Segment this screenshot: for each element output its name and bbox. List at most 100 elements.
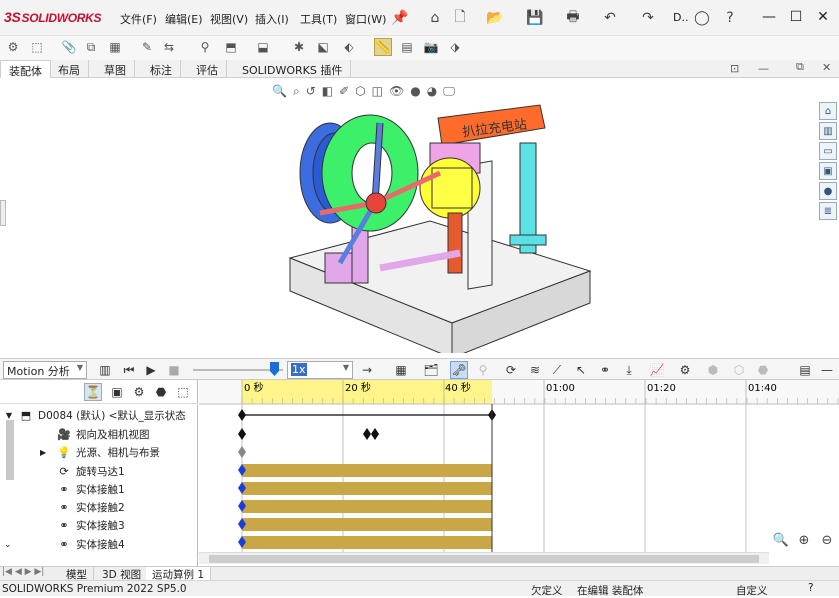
menu-window[interactable]: 窗口(W) <box>345 11 386 27</box>
tab-3d-view[interactable]: 3D 视图 <box>96 567 149 581</box>
filter-driving-icon[interactable]: ▣ <box>108 383 126 401</box>
previous-view-icon[interactable]: ↺ <box>306 84 316 98</box>
panel-expand-handle[interactable] <box>0 200 6 226</box>
autokey-icon[interactable]: 🗝 <box>450 361 468 379</box>
playback-speed-select[interactable]: 1x ▼ <box>287 361 353 379</box>
save-icon[interactable]: 💾 <box>525 8 545 28</box>
grid-icon[interactable]: ▦ <box>106 38 124 56</box>
expand-icon[interactable]: ▶ <box>40 448 56 457</box>
bom-icon[interactable]: ▤ <box>398 38 416 56</box>
filter-results-icon[interactable]: ⬣ <box>152 383 170 401</box>
assembly-model[interactable]: 扒拉充电站 <box>280 103 610 353</box>
user-icon[interactable]: ◯ <box>692 8 712 28</box>
zoom-area-icon[interactable]: ⌕ <box>293 84 300 99</box>
section-view-icon[interactable]: ◧ <box>322 84 333 98</box>
tab-evaluate[interactable]: 评估 <box>188 60 227 78</box>
filter-animated-icon[interactable]: ⏳ <box>84 383 102 401</box>
damper-icon[interactable]: ⟋ <box>548 361 566 379</box>
motion-properties-icon[interactable]: ⚙ <box>676 361 694 379</box>
timeline[interactable]: 0 秒 20 秒 40 秒 01:00 01:20 01:40 <box>199 380 839 566</box>
insert-component-icon[interactable]: ⬚ <box>28 38 46 56</box>
appearances-icon[interactable]: ● <box>819 182 837 200</box>
tab-layout[interactable]: 布局 <box>50 60 89 78</box>
edit-component-icon[interactable]: ✎ <box>138 38 156 56</box>
tab-addins[interactable]: SOLIDWORKS 插件 <box>234 60 352 78</box>
menu-view[interactable]: 视图(V) <box>210 11 248 27</box>
maximize-button[interactable]: ☐ <box>785 6 807 28</box>
study-type-select[interactable]: Motion 分析 ▼ <box>3 361 87 379</box>
menu-edit[interactable]: 编辑(E) <box>165 11 203 27</box>
force-icon[interactable]: ↖ <box>572 361 590 379</box>
mate-icon[interactable]: ⚲ <box>196 38 214 56</box>
tab-nav-icons[interactable]: |◀ ◀ ▶ ▶| <box>2 567 44 577</box>
doc-minimize-icon[interactable]: — <box>758 62 769 75</box>
play-icon[interactable]: ▶ <box>142 361 160 379</box>
reference-icon[interactable]: ⬕ <box>314 38 332 56</box>
tab-assembly[interactable]: 装配体 <box>0 60 51 78</box>
hide-show-icon[interactable]: 👁 <box>389 84 404 98</box>
resources-home-icon[interactable]: ⌂ <box>819 102 837 120</box>
timeline-scrollbar-thumb[interactable] <box>209 555 759 563</box>
tree-item-contact1[interactable]: ⚭ 实体接触1 <box>0 480 198 498</box>
gravity-icon[interactable]: ⤓ <box>620 361 638 379</box>
add-key-icon[interactable]: ⚲ <box>474 361 492 379</box>
dynamic-annotation-icon[interactable]: ✐ <box>339 84 349 98</box>
redo-icon[interactable]: ↷ <box>638 8 658 28</box>
design-library-icon[interactable]: ▥ <box>819 122 837 140</box>
timeline-scrollbar[interactable] <box>199 552 769 564</box>
simulation-icon[interactable]: ⬢ <box>704 361 722 379</box>
graphics-area[interactable]: 🔍 ⌕ ↺ ◧ ✐ ⬡ ◫ 👁 ● ◕ 🖵 扒拉充电站 <box>0 78 818 358</box>
save-animation-icon[interactable]: ▦ <box>392 361 410 379</box>
view-orientation-icon[interactable]: ⬡ <box>355 84 365 98</box>
collapse-panel-icon[interactable]: ▤ <box>796 361 814 379</box>
auto-fit-icon[interactable]: ⬚ <box>174 383 192 401</box>
playback-slider-track[interactable] <box>193 369 283 371</box>
zoom-out-icon[interactable]: ⊖ <box>817 530 837 550</box>
view-settings-icon[interactable]: 🖵 <box>443 84 455 99</box>
playback-slider-knob[interactable] <box>270 362 279 376</box>
display-style-icon[interactable]: ◫ <box>372 84 383 98</box>
menu-file[interactable]: 文件(F) <box>120 11 157 27</box>
pin-icon[interactable]: 📌 <box>390 8 410 28</box>
tree-item-contact4[interactable]: ⚭ 实体接触4 <box>0 535 198 553</box>
explode-icon[interactable]: ✱ <box>290 38 308 56</box>
tab-sketch[interactable]: 草图 <box>96 60 135 78</box>
view-palette-icon[interactable]: ▣ <box>819 162 837 180</box>
tree-scrollbar-thumb[interactable] <box>6 420 14 480</box>
tree-item-lights[interactable]: ▶ 💡 光源、相机与布景 <box>0 443 198 461</box>
animation-wizard-icon[interactable]: 🗂 <box>422 361 440 379</box>
print-icon[interactable]: 🖶 <box>563 8 583 28</box>
tree-item-contact3[interactable]: ⚭ 实体接触3 <box>0 516 198 534</box>
spring-icon[interactable]: ≋ <box>526 361 544 379</box>
stop-icon[interactable]: ■ <box>165 361 183 379</box>
export-icon[interactable]: ⬣ <box>754 361 772 379</box>
open-folder-icon[interactable]: 📂 <box>485 8 505 28</box>
expand-icon[interactable]: ⊡ <box>730 62 739 75</box>
move-component-icon[interactable]: ⇆ <box>160 38 178 56</box>
playback-mode-icon[interactable]: → <box>358 361 376 379</box>
appearance-icon[interactable]: ● <box>410 84 420 98</box>
compare-icon[interactable]: ⬡ <box>730 361 748 379</box>
tree-item-contact2[interactable]: ⚭ 实体接触2 <box>0 498 198 516</box>
tab-model[interactable]: 模型 <box>60 567 94 581</box>
custom-properties-icon[interactable]: ≣ <box>819 202 837 220</box>
menu-tools[interactable]: 工具(T) <box>300 11 337 27</box>
zoom-fit-icon[interactable]: 🔍 <box>272 84 287 98</box>
smart-fastener-icon[interactable]: ⬖ <box>340 38 358 56</box>
tree-item-camera[interactable]: 🎥 视向及相机视图 <box>0 425 198 443</box>
help-icon[interactable]: ? <box>720 8 740 28</box>
assembly-icon[interactable]: ⚙ <box>4 38 22 56</box>
tree-item-motor[interactable]: ⟳ 旋转马达1 <box>0 462 198 480</box>
contact-icon[interactable]: ⚭ <box>596 361 614 379</box>
panel-minimize-icon[interactable]: — <box>818 361 836 379</box>
zoom-to-fit-icon[interactable]: 🔍 <box>771 530 791 550</box>
solidworks-logo[interactable]: 3SSOLIDWORKS <box>4 9 102 25</box>
motor-icon[interactable]: ⟳ <box>502 361 520 379</box>
home-icon[interactable]: ⌂ <box>425 8 445 28</box>
tab-markup[interactable]: 标注 <box>142 60 181 78</box>
scroll-down-icon[interactable]: ⌄ <box>4 540 12 550</box>
close-button[interactable]: ✕ <box>812 6 834 28</box>
measure-icon[interactable]: 📏 <box>374 38 392 56</box>
snapshot-icon[interactable]: 📷 <box>422 38 440 56</box>
collapse-icon[interactable]: ▼ <box>0 411 18 420</box>
